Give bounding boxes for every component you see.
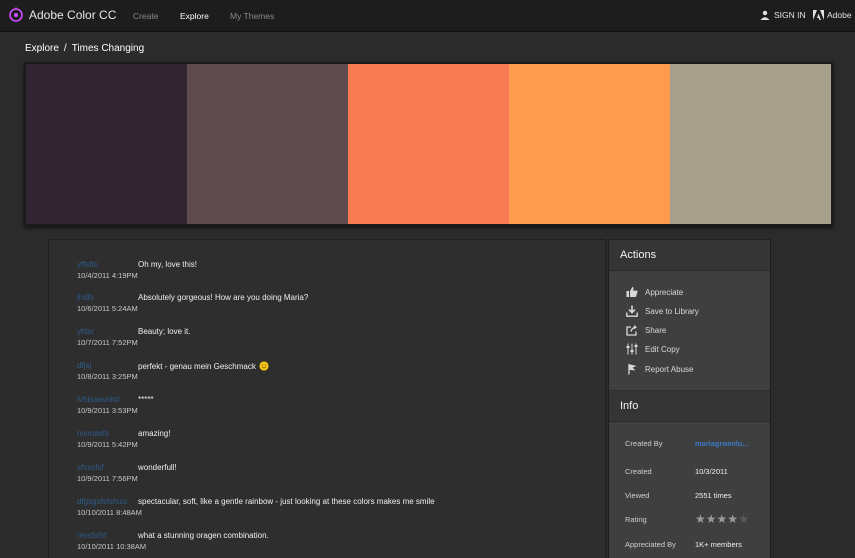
- comment-date: 10/10/2011 10:38AM: [77, 542, 147, 551]
- comment-date: 10/9/2011 5:42PM: [77, 440, 138, 449]
- comment-text: Oh my, love this!: [138, 260, 197, 269]
- rating-stars[interactable]: ★★★★★: [695, 512, 749, 526]
- nav-my-themes[interactable]: My Themes: [230, 11, 274, 21]
- appreciated-by-label: Appreciated By: [625, 540, 676, 549]
- info-viewed: Viewed 2551 times: [609, 483, 770, 507]
- created-label: Created: [625, 467, 652, 476]
- viewed-label: Viewed: [625, 491, 650, 500]
- nav-explore[interactable]: Explore: [180, 11, 209, 21]
- info-created-by: Created By mariagroenlu...: [609, 431, 770, 455]
- swatch-4[interactable]: [509, 64, 670, 224]
- star-icon[interactable]: ★: [706, 512, 717, 526]
- comment-user[interactable]: yffsfts: [77, 260, 98, 269]
- actions-heading: Actions: [609, 240, 770, 271]
- adobe-menu[interactable]: Adobe: [813, 10, 852, 20]
- edit-copy-label: Edit Copy: [645, 344, 680, 354]
- sign-in-label: SIGN IN: [774, 10, 806, 20]
- info-appreciated: Appreciated By 1K+ members: [609, 532, 770, 556]
- comment-text: *****: [138, 395, 154, 404]
- top-bar: Adobe Color CC Create Explore My Themes …: [0, 0, 855, 32]
- sign-in-button[interactable]: SIGN IN: [760, 10, 806, 20]
- comment-date: 10/6/2011 5:24AM: [77, 304, 138, 313]
- swatch-2[interactable]: [187, 64, 348, 224]
- comment-date: 10/4/2011 4:19PM: [77, 271, 138, 280]
- comment-text: spectacular, soft, like a gentle rainbow…: [138, 497, 435, 506]
- comment-date: 10/9/2011 7:56PM: [77, 474, 138, 483]
- breadcrumb: Explore / Times Changing: [25, 43, 144, 54]
- app-name: Adobe Color CC: [29, 8, 117, 22]
- adobe-logo-icon: [813, 10, 824, 20]
- save-to-library-label: Save to Library: [645, 306, 699, 316]
- comment-user[interactable]: dfgsgsfsfsfsss: [77, 497, 127, 506]
- comment-user[interactable]: mvsfsfsf: [77, 531, 106, 540]
- viewed-value: 2551 times: [695, 491, 732, 500]
- smiley-icon: [259, 361, 269, 371]
- nav-create[interactable]: Create: [133, 11, 159, 21]
- swatch-3[interactable]: [348, 64, 509, 224]
- flag-icon: [628, 364, 637, 375]
- adobe-label: Adobe: [827, 10, 852, 20]
- share-label: Share: [645, 325, 667, 335]
- edit-copy-button[interactable]: Edit Copy: [626, 343, 680, 355]
- comment-text: Beauty; love it.: [138, 327, 191, 336]
- comment-text: what a stunning oragen combination.: [138, 531, 269, 540]
- download-tray-icon: [626, 305, 638, 317]
- rating-label: Rating: [625, 515, 647, 524]
- comment-text: amazing!: [138, 429, 171, 438]
- comment-date: 10/8/2011 3:25PM: [77, 372, 138, 381]
- color-palette: [24, 62, 833, 226]
- comment-user[interactable]: sfsssfsf: [77, 463, 104, 472]
- comment-date: 10/10/2011 8:48AM: [77, 508, 142, 517]
- comment-user[interactable]: yfdsr: [77, 327, 94, 336]
- created-by-label: Created By: [625, 439, 663, 448]
- appreciate-label: Appreciate: [645, 287, 684, 297]
- star-icon[interactable]: ★: [738, 512, 749, 526]
- info-rating: Rating ★★★★★: [609, 507, 770, 531]
- star-icon[interactable]: ★: [727, 512, 738, 526]
- color-wheel-icon: [9, 7, 23, 22]
- comment-text-content: perfekt - genau mein Geschmack: [138, 361, 256, 371]
- breadcrumb-current: Times Changing: [71, 43, 145, 54]
- breadcrumb-separator: /: [63, 43, 67, 54]
- comments-panel: yffsfts Oh my, love this! 10/4/2011 4:19…: [48, 239, 606, 558]
- appreciate-button[interactable]: Appreciate: [626, 286, 683, 298]
- comment-user[interactable]: mvmasfs: [77, 429, 109, 438]
- created-value: 10/3/2011: [695, 467, 728, 476]
- appreciated-by-value: 1K+ members: [695, 540, 742, 549]
- info-heading: Info: [609, 391, 770, 422]
- comment-date: 10/9/2011 3:53PM: [77, 406, 138, 415]
- user-icon: [760, 10, 770, 20]
- app-logo[interactable]: Adobe Color CC: [8, 7, 116, 23]
- comment-user[interactable]: lvfdsaavshd: [77, 395, 119, 404]
- sliders-icon: [626, 343, 638, 355]
- swatch-1[interactable]: [26, 64, 187, 224]
- report-abuse-label: Report Abuse: [645, 364, 694, 374]
- comment-text: wonderfull!: [138, 463, 177, 472]
- save-to-library-button[interactable]: Save to Library: [626, 305, 699, 317]
- sidebar: Actions Appreciate Save to Library Share: [608, 239, 771, 558]
- star-icon[interactable]: ★: [717, 512, 728, 526]
- thumbs-up-icon: [626, 286, 638, 297]
- comment-user[interactable]: dfjsj: [77, 361, 91, 370]
- comment-date: 10/7/2011 7:52PM: [77, 338, 138, 347]
- swatch-5[interactable]: [670, 64, 831, 224]
- breadcrumb-explore[interactable]: Explore: [25, 43, 59, 54]
- star-icon[interactable]: ★: [695, 512, 706, 526]
- share-button[interactable]: Share: [626, 324, 666, 336]
- comment-text: Absolutely gorgeous! How are you doing M…: [138, 293, 309, 302]
- info-created: Created 10/3/2011: [609, 459, 770, 483]
- created-by-link[interactable]: mariagroenlu...: [695, 439, 749, 448]
- comment-user[interactable]: jhdfs: [77, 293, 94, 302]
- report-abuse-button[interactable]: Report Abuse: [626, 363, 693, 375]
- comment-text: perfekt - genau mein Geschmack: [138, 361, 269, 371]
- share-icon: [626, 325, 637, 336]
